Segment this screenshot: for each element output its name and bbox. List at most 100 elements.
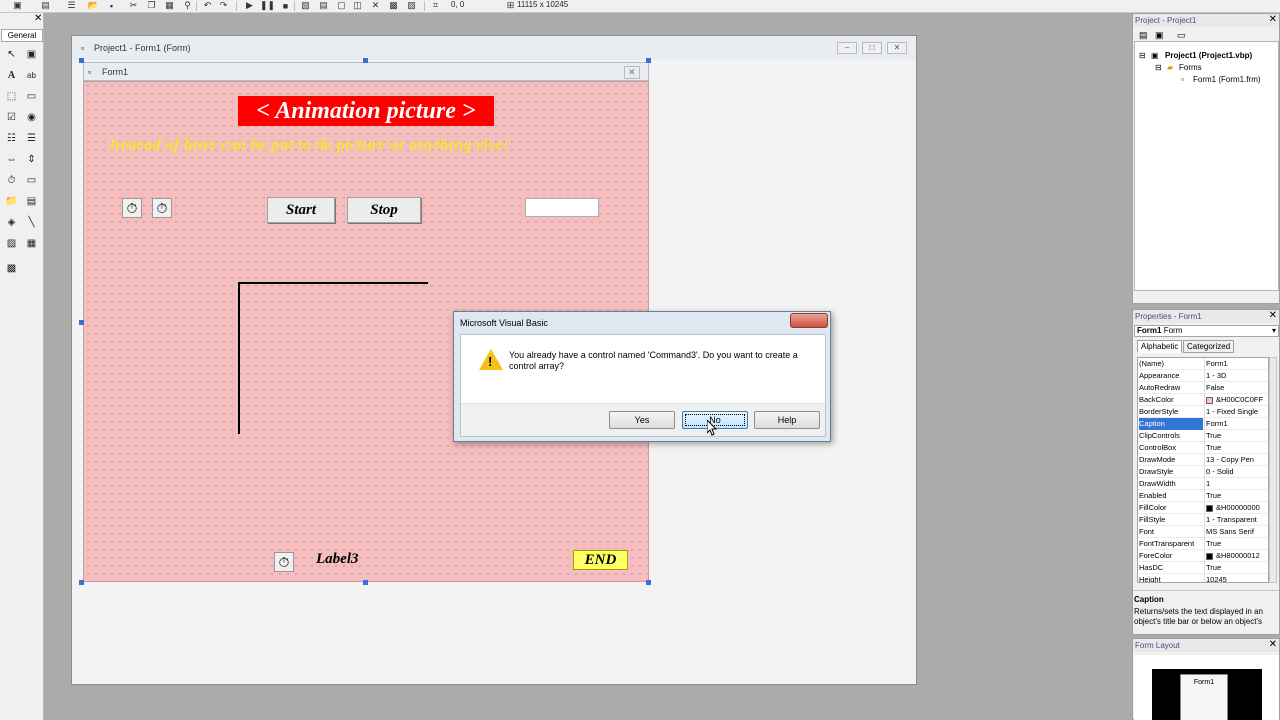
close-button[interactable]: ✕ xyxy=(887,42,907,54)
resize-handle[interactable] xyxy=(363,58,368,63)
property-value[interactable]: True xyxy=(1204,562,1268,574)
form-layout-icon[interactable]: ▢ xyxy=(336,0,347,11)
property-row[interactable]: BorderStyle 1 - Fixed Single xyxy=(1138,406,1268,418)
add-project-icon[interactable]: ▣ xyxy=(12,0,23,11)
open-project-icon[interactable]: 📂 xyxy=(88,0,99,11)
cut-icon[interactable]: ✂ xyxy=(128,0,139,11)
property-value[interactable]: &H80000012 xyxy=(1204,550,1268,562)
property-value[interactable]: False xyxy=(1204,382,1268,394)
property-row[interactable]: FontTransparent True xyxy=(1138,538,1268,550)
tree-forms-folder[interactable]: Forms xyxy=(1179,63,1202,72)
view-code-icon[interactable]: ▤ xyxy=(1139,30,1148,41)
toolbox-tab-general[interactable]: General xyxy=(1,29,43,42)
property-value[interactable]: True xyxy=(1204,430,1268,442)
help-button[interactable]: Help xyxy=(754,411,820,429)
start-button[interactable]: Start xyxy=(267,197,335,223)
start-run-icon[interactable]: ▶ xyxy=(244,0,255,11)
property-value[interactable]: MS Sans Serif xyxy=(1204,526,1268,538)
tree-project[interactable]: Project1 (Project1.vbp) xyxy=(1165,51,1252,60)
property-row[interactable]: BackColor &H00C0C0FF xyxy=(1138,394,1268,406)
textbox-tool-icon[interactable]: ab xyxy=(24,68,39,83)
copy-icon[interactable]: ❐ xyxy=(146,0,157,11)
dialog-close-button[interactable] xyxy=(790,313,828,328)
combobox-tool-icon[interactable]: ☷ xyxy=(4,131,19,146)
toolbox-icon[interactable]: ✕ xyxy=(370,0,381,11)
text-input[interactable] xyxy=(525,198,599,217)
resize-handle[interactable] xyxy=(646,580,651,585)
properties-window-icon[interactable]: ▤ xyxy=(318,0,329,11)
property-value[interactable]: Form1 xyxy=(1204,418,1268,430)
pointer-tool-icon[interactable]: ↖ xyxy=(4,47,19,62)
component-manager-icon[interactable]: ▨ xyxy=(406,0,417,11)
resize-handle[interactable] xyxy=(79,58,84,63)
tree-form1[interactable]: Form1 (Form1.frm) xyxy=(1193,75,1261,84)
object-selector[interactable]: Form1 Form ▾ xyxy=(1134,325,1279,337)
end-button[interactable]: END xyxy=(573,550,628,570)
find-icon[interactable]: ⚲ xyxy=(182,0,193,11)
property-row[interactable]: Enabled True xyxy=(1138,490,1268,502)
property-row[interactable]: DrawStyle 0 - Solid xyxy=(1138,466,1268,478)
property-value[interactable]: 13 - Copy Pen xyxy=(1204,454,1268,466)
property-value[interactable]: &H00C0C0FF xyxy=(1204,394,1268,406)
dirlistbox-tool-icon[interactable]: 📁 xyxy=(4,194,19,209)
label3[interactable]: Label3 xyxy=(316,551,359,568)
stop-button[interactable]: Stop xyxy=(347,197,421,223)
resize-handle[interactable] xyxy=(79,320,84,325)
shape-tool-icon[interactable]: ◈ xyxy=(4,215,19,230)
label-tool-icon[interactable]: A xyxy=(4,68,19,83)
resize-handle[interactable] xyxy=(363,580,368,585)
property-value[interactable]: &H00000000 xyxy=(1204,502,1268,514)
close-icon[interactable]: ✕ xyxy=(1269,640,1277,650)
menu-editor-icon[interactable]: ☰ xyxy=(66,0,77,11)
project-explorer-icon[interactable]: ▧ xyxy=(300,0,311,11)
data-tool-icon[interactable]: ▦ xyxy=(24,236,39,251)
listbox-tool-icon[interactable]: ☰ xyxy=(24,131,39,146)
expand-icon[interactable]: ⊟ xyxy=(1139,51,1146,60)
property-row[interactable]: AutoRedraw False xyxy=(1138,382,1268,394)
property-row[interactable]: DrawWidth 1 xyxy=(1138,478,1268,490)
property-value[interactable]: 0 - Solid xyxy=(1204,466,1268,478)
image-tool-icon[interactable]: ▨ xyxy=(4,236,19,251)
yes-button[interactable]: Yes xyxy=(609,411,675,429)
timer3-icon[interactable]: ⏱ xyxy=(274,552,294,572)
save-project-icon[interactable]: ▪ xyxy=(106,0,117,11)
property-row[interactable]: DrawMode 13 - Copy Pen xyxy=(1138,454,1268,466)
property-value[interactable]: True xyxy=(1204,442,1268,454)
tab-alphabetic[interactable]: Alphabetic xyxy=(1137,340,1183,353)
property-value[interactable]: True xyxy=(1204,490,1268,502)
property-row[interactable]: ControlBox True xyxy=(1138,442,1268,454)
property-row[interactable]: FillStyle 1 - Transparent xyxy=(1138,514,1268,526)
hscrollbar-tool-icon[interactable]: ⇔ xyxy=(4,152,19,167)
drivelistbox-tool-icon[interactable]: ▭ xyxy=(24,173,39,188)
tab-categorized[interactable]: Categorized xyxy=(1183,340,1235,353)
resize-handle[interactable] xyxy=(646,58,651,63)
close-icon[interactable]: ✕ xyxy=(1269,15,1277,25)
line-horizontal[interactable] xyxy=(238,282,428,284)
redo-icon[interactable]: ↷ xyxy=(218,0,229,11)
subtitle-label[interactable]: Instead of lines can be put to do pictur… xyxy=(109,135,609,155)
break-icon[interactable]: ❚❚ xyxy=(260,0,275,11)
toggle-folders-icon[interactable]: ▭ xyxy=(1177,30,1186,41)
filelistbox-tool-icon[interactable]: ▤ xyxy=(24,194,39,209)
property-row[interactable]: Font MS Sans Serif xyxy=(1138,526,1268,538)
property-value[interactable]: True xyxy=(1204,538,1268,550)
property-row[interactable]: FillColor &H00000000 xyxy=(1138,502,1268,514)
view-object-icon[interactable]: ▣ xyxy=(1155,30,1164,41)
property-row[interactable]: HasDC True xyxy=(1138,562,1268,574)
undo-icon[interactable]: ↶ xyxy=(202,0,213,11)
property-row[interactable]: Caption Form1 xyxy=(1138,418,1268,430)
line-vertical[interactable] xyxy=(238,282,240,434)
property-row[interactable]: (Name) Form1 xyxy=(1138,358,1268,370)
property-value[interactable]: 1 - Transparent xyxy=(1204,514,1268,526)
property-value[interactable]: Form1 xyxy=(1204,358,1268,370)
object-browser-icon[interactable]: ◫ xyxy=(352,0,363,11)
property-value[interactable]: 10245 xyxy=(1204,574,1268,582)
data-view-icon[interactable]: ▩ xyxy=(388,0,399,11)
end-run-icon[interactable]: ■ xyxy=(280,0,291,11)
timer1-icon[interactable]: ⏱ xyxy=(122,198,142,218)
property-value[interactable]: 1 xyxy=(1204,478,1268,490)
property-value[interactable]: 1 - 3D xyxy=(1204,370,1268,382)
paste-icon[interactable]: ▦ xyxy=(164,0,175,11)
add-form-icon[interactable]: ▤ xyxy=(40,0,51,11)
optionbutton-tool-icon[interactable]: ◉ xyxy=(24,110,39,125)
